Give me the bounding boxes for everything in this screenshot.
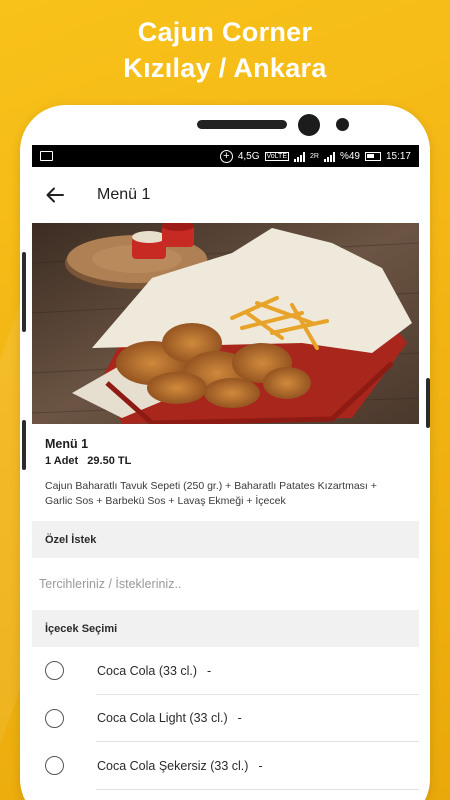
signal-icon-2 [323,151,335,162]
image-notification-icon [40,151,53,161]
promo-title: Cajun Corner [137,17,313,47]
drink-option-price: - [207,663,212,678]
arrow-left-icon [46,187,64,203]
data-saver-icon: + [219,149,233,163]
drink-option[interactable]: Coca Cola Light (33 cl.) - [32,695,419,742]
menu-item-photo [32,223,419,424]
promo-location: Kızılay / Ankara [123,53,327,83]
phone-camera [298,114,320,136]
battery-icon [364,151,381,161]
status-bar: + 4,5G VoLTE 2R %49 15:17 [32,145,419,167]
battery-percent: %49 [339,150,360,162]
signal-icon [294,151,305,162]
page-title: Menü 1 [97,186,151,203]
phone-volume-button [22,252,26,332]
drink-option-price: - [237,711,242,726]
phone-side-button [22,420,26,470]
item-name: Menü 1 [45,437,89,451]
radio-button[interactable] [45,756,64,776]
radio-button[interactable] [45,661,64,681]
special-request-input[interactable] [32,558,419,610]
drink-option[interactable]: Coca Cola Şekersiz (33 cl.) - [32,742,419,790]
drink-option-label: Coca Cola Light (33 cl.) [97,711,228,726]
item-description: Cajun Baharatlı Tavuk Sepeti (250 gr.) +… [45,480,377,507]
promo-headline: Cajun Corner Kızılay / Ankara [0,14,450,86]
drink-option[interactable]: Coca Cola (33 cl.) - [32,647,419,695]
network-type: 4,5G [237,150,260,162]
item-quantity: 1 Adet [45,455,79,467]
item-price: 29.50 TL [87,455,132,467]
volte-badge: VoLTE [264,151,289,161]
back-button[interactable] [35,175,75,215]
drink-option-label: Coca Cola Şekersiz (33 cl.) [97,758,249,773]
special-request-header: Özel İstek [32,521,419,558]
phone-sensor [336,118,349,131]
phone-power-button [426,378,430,428]
divider [96,788,419,790]
app-screen: + 4,5G VoLTE 2R %49 15:17 Menü 1 Menü 1 … [32,145,419,800]
drink-option-price: - [258,758,263,773]
phone-speaker [197,120,287,129]
item-details: Menü 1 1 Adet 29.50 TL Cajun Baharatlı T… [32,424,419,521]
radio-button[interactable] [45,708,64,728]
drink-option-label: Coca Cola (33 cl.) [97,663,198,678]
drink-selection-header: İçecek Seçimi [32,610,419,647]
item-meta: 1 Adet 29.50 TL [45,455,406,467]
status-icons: + 4,5G VoLTE 2R %49 15:17 [219,145,411,167]
data-indicator: 2R [310,152,319,160]
clock: 15:17 [385,150,411,162]
toolbar: Menü 1 [32,167,419,223]
